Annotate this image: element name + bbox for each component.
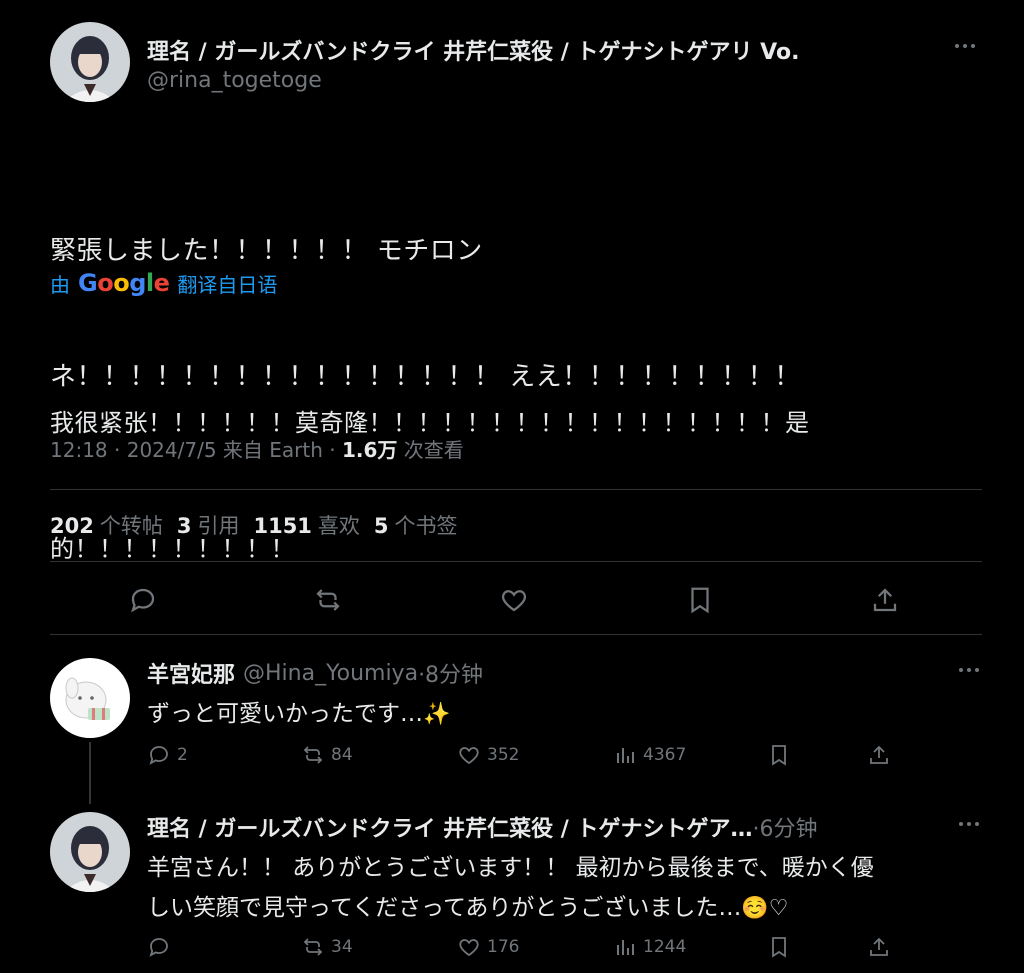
reply-text: 羊宮さん！！ ありがとうございます！！ 最初から最後まで、暖かく優 しい笑顔で見守… bbox=[147, 855, 874, 921]
repost-count: 84 bbox=[331, 745, 353, 765]
tweet-detail-page: 理名 / ガールズバンドクライ 井芹仁菜役 / トゲナシトゲアリ Vo. @ri… bbox=[0, 0, 1024, 973]
translate-link[interactable]: 由 Google 翻译自日语 bbox=[50, 266, 277, 300]
views-label: 次查看 bbox=[403, 438, 464, 462]
view-count: 4367 bbox=[643, 745, 687, 765]
share-button[interactable] bbox=[867, 932, 891, 962]
reply-button[interactable]: 2 bbox=[147, 740, 188, 770]
stat-bookmarks[interactable]: 5 个书签 bbox=[374, 510, 458, 540]
author-avatar[interactable] bbox=[50, 22, 130, 102]
tweet-meta: 12:18 · 2024/7/5 来自 Earth · 1.6万 次查看 bbox=[50, 438, 464, 462]
divider bbox=[50, 489, 982, 490]
reply-display-name[interactable]: 羊宮妃那 bbox=[147, 657, 235, 689]
like-icon bbox=[459, 939, 479, 957]
like-button[interactable]: 352 bbox=[457, 740, 519, 770]
reply-avatar[interactable] bbox=[50, 658, 130, 738]
author-handle[interactable]: @rina_togetoge bbox=[147, 68, 322, 93]
more-options-icon[interactable] bbox=[954, 814, 984, 834]
reply-icon[interactable] bbox=[123, 580, 163, 620]
repost-icon bbox=[303, 746, 323, 764]
bookmark-icon[interactable] bbox=[680, 580, 720, 620]
bookmark-icon bbox=[772, 937, 786, 958]
share-icon bbox=[870, 745, 888, 764]
views-count: 1.6万 bbox=[341, 438, 398, 462]
reply-icon bbox=[149, 746, 168, 765]
like-count: 176 bbox=[487, 937, 520, 957]
author-display-name[interactable]: 理名 / ガールズバンドクライ 井芹仁菜役 / トゲナシトゲアリ Vo. bbox=[147, 34, 799, 66]
views-icon bbox=[617, 940, 634, 955]
more-options-icon[interactable] bbox=[950, 36, 980, 56]
stat-likes[interactable]: 1151 喜欢 bbox=[253, 510, 359, 540]
share-icon[interactable] bbox=[865, 580, 905, 620]
reply-handle[interactable]: @Hina_Youmiya bbox=[243, 661, 418, 686]
tweet-date[interactable]: 2024/7/5 bbox=[127, 438, 217, 462]
reply-tweet[interactable]: 羊宮妃那 @Hina_Youmiya ·8分钟 ずっと可愛いかったです…✨ 2 … bbox=[50, 657, 990, 766]
stat-reposts[interactable]: 202 个转帖 bbox=[50, 510, 163, 540]
bookmark-icon bbox=[772, 745, 786, 766]
tweet-source: 来自 Earth bbox=[222, 438, 323, 462]
repost-button[interactable]: 84 bbox=[301, 740, 353, 770]
thread-connector bbox=[89, 742, 91, 804]
views-button[interactable]: 1244 bbox=[613, 932, 686, 962]
views-button[interactable]: 4367 bbox=[613, 740, 686, 770]
reply-icon bbox=[149, 938, 168, 957]
like-icon bbox=[459, 747, 479, 765]
divider bbox=[50, 634, 982, 635]
reply-actions: 2 84 352 4367 bbox=[147, 740, 907, 770]
bookmark-button[interactable] bbox=[767, 740, 791, 770]
reply-time[interactable]: ·8分钟 bbox=[418, 657, 483, 689]
engagement-stats: 202 个转帖 3 引用 1151 喜欢 5 个书签 bbox=[50, 510, 458, 540]
more-options-icon[interactable] bbox=[954, 660, 984, 680]
sparkles-emoji: ✨ bbox=[423, 702, 451, 727]
reply-actions: 34 176 1244 bbox=[147, 932, 907, 962]
reply-avatar[interactable] bbox=[50, 812, 130, 892]
reply-display-name[interactable]: 理名 / ガールズバンドクライ 井芹仁菜役 / トゲナシトゲア… bbox=[147, 811, 752, 843]
views-icon bbox=[617, 748, 634, 763]
google-logo: Google bbox=[78, 269, 170, 297]
tweet-time[interactable]: 12:18 bbox=[50, 438, 108, 462]
reply-header: 羊宮妃那 @Hina_Youmiya ·8分钟 bbox=[147, 657, 483, 689]
share-icon bbox=[870, 937, 888, 956]
translate-prefix: 由 bbox=[50, 272, 70, 297]
repost-button[interactable]: 34 bbox=[301, 932, 353, 962]
repost-icon[interactable] bbox=[308, 580, 348, 620]
reply-time[interactable]: ·6分钟 bbox=[752, 811, 817, 843]
view-count: 1244 bbox=[643, 937, 687, 957]
repost-icon bbox=[303, 938, 323, 956]
like-count: 352 bbox=[487, 745, 520, 765]
bookmark-button[interactable] bbox=[767, 932, 791, 962]
share-button[interactable] bbox=[867, 740, 891, 770]
divider bbox=[50, 561, 982, 562]
tweet-actions bbox=[50, 580, 982, 620]
like-icon[interactable] bbox=[494, 580, 534, 620]
reply-text: ずっと可愛いかったです…✨ bbox=[147, 701, 451, 727]
like-button[interactable]: 176 bbox=[457, 932, 519, 962]
reply-count: 2 bbox=[177, 745, 188, 765]
translate-suffix: 翻译自日语 bbox=[177, 272, 278, 297]
reply-button[interactable] bbox=[147, 932, 177, 962]
smile-heart-emoji: ☺️♡ bbox=[741, 896, 789, 921]
reply-header: 理名 / ガールズバンドクライ 井芹仁菜役 / トゲナシトゲア… ·6分钟 bbox=[147, 812, 817, 842]
reply-tweet[interactable]: 理名 / ガールズバンドクライ 井芹仁菜役 / トゲナシトゲア… ·6分钟 羊宮… bbox=[50, 812, 990, 972]
main-tweet-header: 理名 / ガールズバンドクライ 井芹仁菜役 / トゲナシトゲアリ Vo. @ri… bbox=[50, 22, 990, 102]
stat-quotes[interactable]: 3 引用 bbox=[177, 510, 240, 540]
repost-count: 34 bbox=[331, 937, 353, 957]
